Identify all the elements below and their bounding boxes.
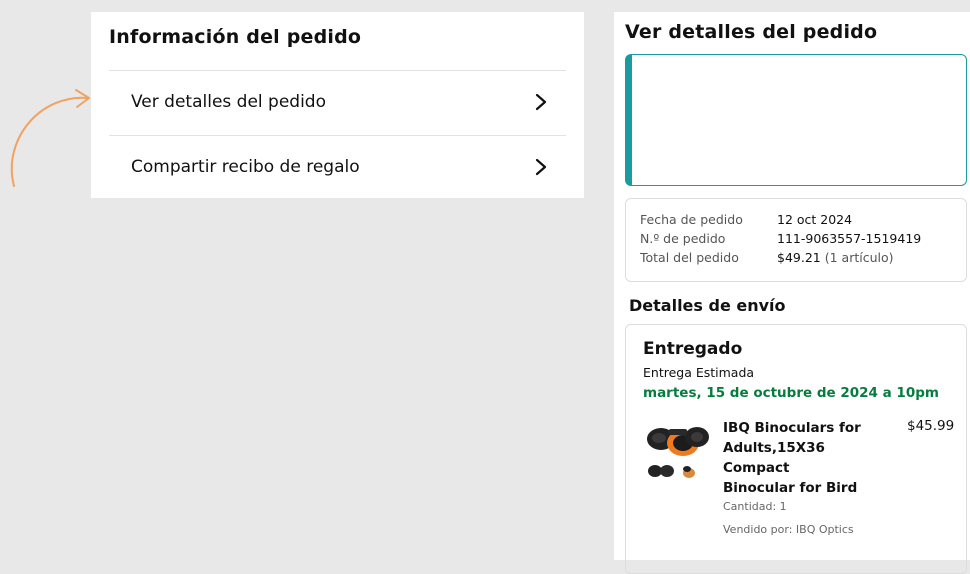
- order-number-label: N.º de pedido: [640, 231, 726, 246]
- estimated-delivery-date: martes, 15 de octubre de 2024 a 10pm: [643, 385, 939, 401]
- shipping-details-title: Detalles de envío: [629, 296, 786, 315]
- order-total-label: Total del pedido: [640, 250, 739, 265]
- order-info-title: Información del pedido: [109, 26, 362, 48]
- product-quantity: Cantidad: 1: [723, 500, 787, 513]
- highlight-box: [625, 54, 967, 186]
- product-seller: Vendido por: IBQ Optics: [723, 523, 854, 536]
- product-name-link[interactable]: IBQ Binoculars for Adults,15X36 Compact …: [723, 418, 863, 498]
- order-total-value: $49.21: [777, 250, 821, 265]
- order-date-label: Fecha de pedido: [640, 212, 743, 227]
- order-number-value: 111-9063557-1519419: [777, 231, 922, 246]
- view-order-details-label: Ver detalles del pedido: [131, 92, 326, 112]
- order-total-note: (1 artículo): [824, 250, 894, 265]
- estimated-delivery-label: Entrega Estimada: [643, 365, 755, 380]
- curved-arrow-icon: [10, 89, 90, 187]
- order-info-card: Información del pedido Ver detalles del …: [91, 12, 584, 198]
- share-gift-receipt-label: Compartir recibo de regalo: [131, 157, 360, 177]
- order-details-title: Ver detalles del pedido: [625, 21, 878, 43]
- order-details-panel: Ver detalles del pedido Fecha de pedido …: [614, 12, 970, 574]
- order-summary: Fecha de pedido 12 oct 2024 N.º de pedid…: [625, 198, 967, 282]
- chevron-right-icon: [535, 158, 547, 176]
- shipment-card: Entregado Entrega Estimada martes, 15 de…: [625, 324, 967, 574]
- order-date-value: 12 oct 2024: [777, 212, 853, 227]
- view-order-details-row[interactable]: Ver detalles del pedido: [109, 71, 566, 133]
- share-gift-receipt-row[interactable]: Compartir recibo de regalo: [109, 136, 566, 198]
- delivery-status: Entregado: [643, 339, 743, 359]
- binoculars-image[interactable]: [639, 413, 719, 491]
- chevron-right-icon: [535, 93, 547, 111]
- product-price: $45.99: [907, 418, 955, 434]
